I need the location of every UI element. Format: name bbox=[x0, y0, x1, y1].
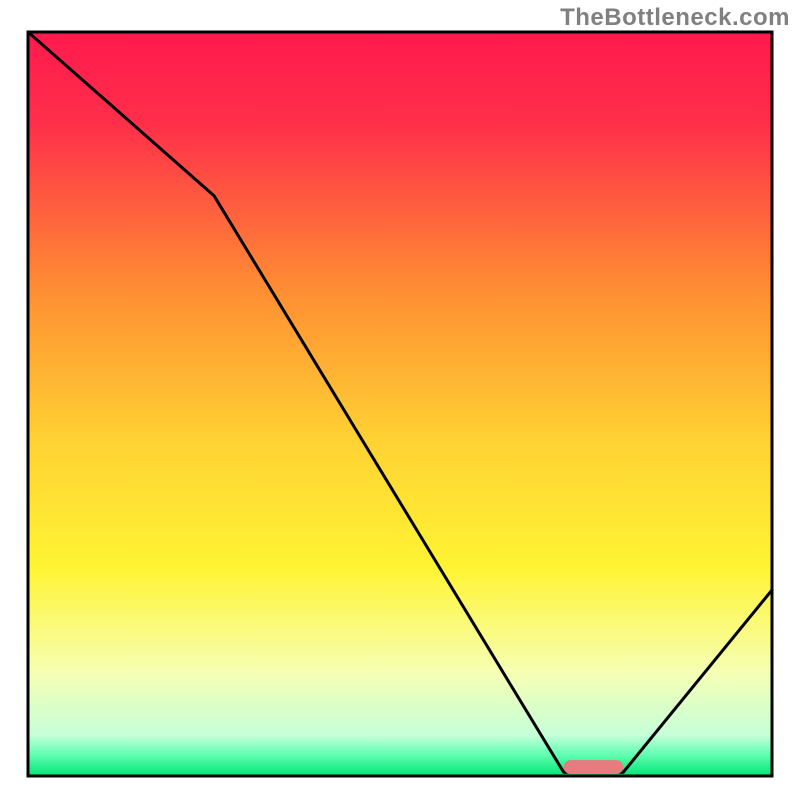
chart-background bbox=[28, 32, 772, 776]
watermark-label: TheBottleneck.com bbox=[560, 4, 790, 32]
chart-svg bbox=[0, 0, 800, 800]
bottleneck-chart: TheBottleneck.com bbox=[0, 0, 800, 800]
optimal-range-marker bbox=[564, 760, 624, 774]
